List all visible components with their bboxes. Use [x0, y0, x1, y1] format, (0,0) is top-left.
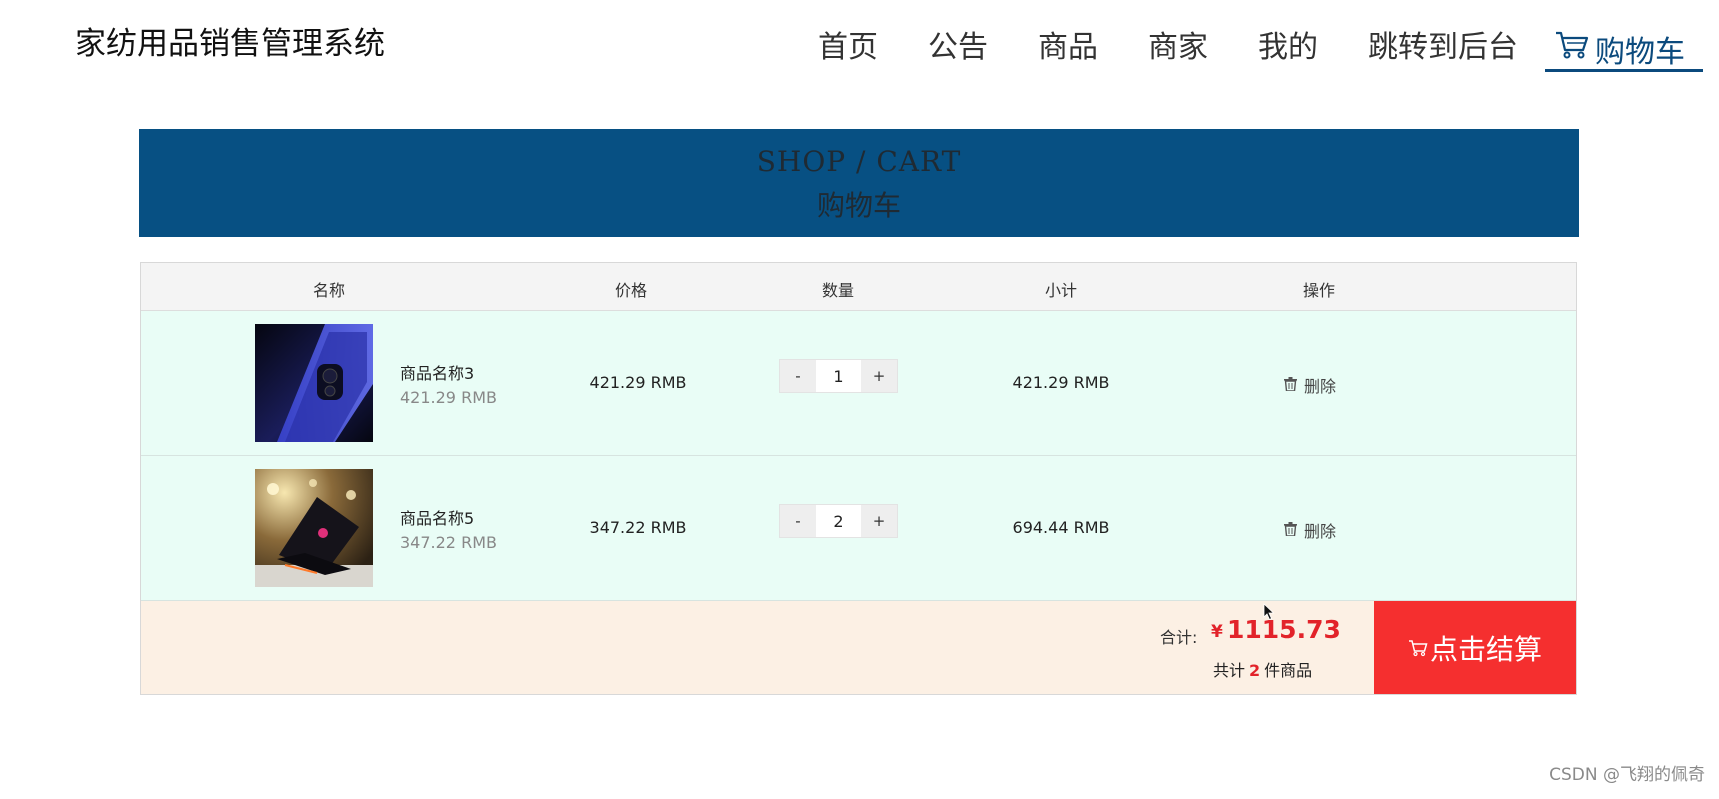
- nav-admin[interactable]: 跳转到后台: [1368, 28, 1518, 68]
- total-amount: 1115.73: [1227, 615, 1341, 644]
- item-count-suffix: 件商品: [1264, 661, 1313, 680]
- delete-button[interactable]: 删除: [1284, 373, 1336, 397]
- product-name: 商品名称5: [400, 509, 475, 528]
- checkout-button[interactable]: 点击结算: [1374, 601, 1576, 694]
- nav-home[interactable]: 首页: [818, 28, 878, 68]
- product-unit-price: 421.29 RMB: [400, 388, 497, 407]
- qty-increase-button[interactable]: +: [861, 505, 897, 537]
- product-name: 商品名称3: [400, 364, 475, 383]
- cart-summary: 合计: ¥ 1115.73 共计 2 件商品 点击结算: [141, 601, 1576, 694]
- quantity-stepper: - +: [779, 504, 898, 538]
- nav-merchants[interactable]: 商家: [1148, 28, 1208, 68]
- nav-cart-label: 购物车: [1595, 34, 1685, 70]
- header-price: 价格: [614, 281, 648, 300]
- header-subtotal: 小计: [1044, 281, 1078, 300]
- banner-title-en: SHOP / CART: [756, 145, 962, 178]
- qty-increase-button[interactable]: +: [861, 360, 897, 392]
- nav-announcements[interactable]: 公告: [928, 28, 988, 68]
- table-header: 名称 价格 数量 小计 操作: [141, 263, 1576, 311]
- cart-page: 家纺用品销售管理系统 首页 公告 商品 商家 我的 跳转到后台 购物车 SHOP…: [0, 0, 1719, 799]
- trash-icon: [1284, 376, 1304, 395]
- item-count: 共计 2 件商品: [1213, 657, 1312, 681]
- currency-symbol: ¥: [1211, 622, 1223, 642]
- product-unit-price: 347.22 RMB: [400, 533, 497, 552]
- shopping-cart-icon: [1408, 631, 1430, 664]
- header-quantity: 数量: [821, 281, 855, 300]
- product-image-phone[interactable]: [255, 324, 373, 442]
- header-actions: 操作: [1302, 281, 1336, 300]
- total-label: 合计:: [1160, 628, 1198, 647]
- price-cell: 421.29 RMB: [589, 373, 687, 392]
- product-image-laptop[interactable]: [255, 469, 373, 587]
- delete-label: 删除: [1304, 522, 1337, 541]
- subtotal-cell: 421.29 RMB: [1012, 373, 1110, 392]
- header-name: 名称: [312, 281, 346, 300]
- mouse-cursor-icon: [1263, 603, 1275, 625]
- shopping-cart-icon: [1555, 30, 1595, 68]
- watermark: CSDN @飞翔的佩奇: [1549, 765, 1705, 785]
- cart-table: 名称 价格 数量 小计 操作 商品名称3 421.29 RMB 421.29 R…: [140, 262, 1577, 695]
- delete-label: 删除: [1304, 377, 1337, 396]
- nav-products[interactable]: 商品: [1038, 28, 1098, 68]
- nav-cart[interactable]: 购物车: [1545, 28, 1703, 72]
- quantity-stepper: - +: [779, 359, 898, 393]
- table-row: 商品名称3 421.29 RMB 421.29 RMB - + 421.29 R…: [141, 311, 1576, 456]
- item-count-value: 2: [1249, 661, 1261, 680]
- nav-mine[interactable]: 我的: [1258, 28, 1318, 68]
- banner-title-cn: 购物车: [816, 189, 901, 222]
- page-banner: SHOP / CART 购物车: [139, 129, 1579, 237]
- main-nav: 首页 公告 商品 商家 我的 跳转到后台: [818, 28, 1568, 68]
- trash-icon: [1284, 521, 1304, 540]
- qty-decrease-button[interactable]: -: [780, 505, 816, 537]
- qty-input[interactable]: [816, 505, 861, 537]
- table-row: 商品名称5 347.22 RMB 347.22 RMB - + 694.44 R…: [141, 456, 1576, 601]
- subtotal-cell: 694.44 RMB: [1012, 518, 1110, 537]
- site-title: 家纺用品销售管理系统: [75, 26, 385, 62]
- qty-decrease-button[interactable]: -: [780, 360, 816, 392]
- delete-button[interactable]: 删除: [1284, 518, 1336, 542]
- item-count-prefix: 共计: [1213, 661, 1246, 680]
- checkout-label: 点击结算: [1429, 632, 1542, 666]
- price-cell: 347.22 RMB: [589, 518, 687, 537]
- qty-input[interactable]: [816, 360, 861, 392]
